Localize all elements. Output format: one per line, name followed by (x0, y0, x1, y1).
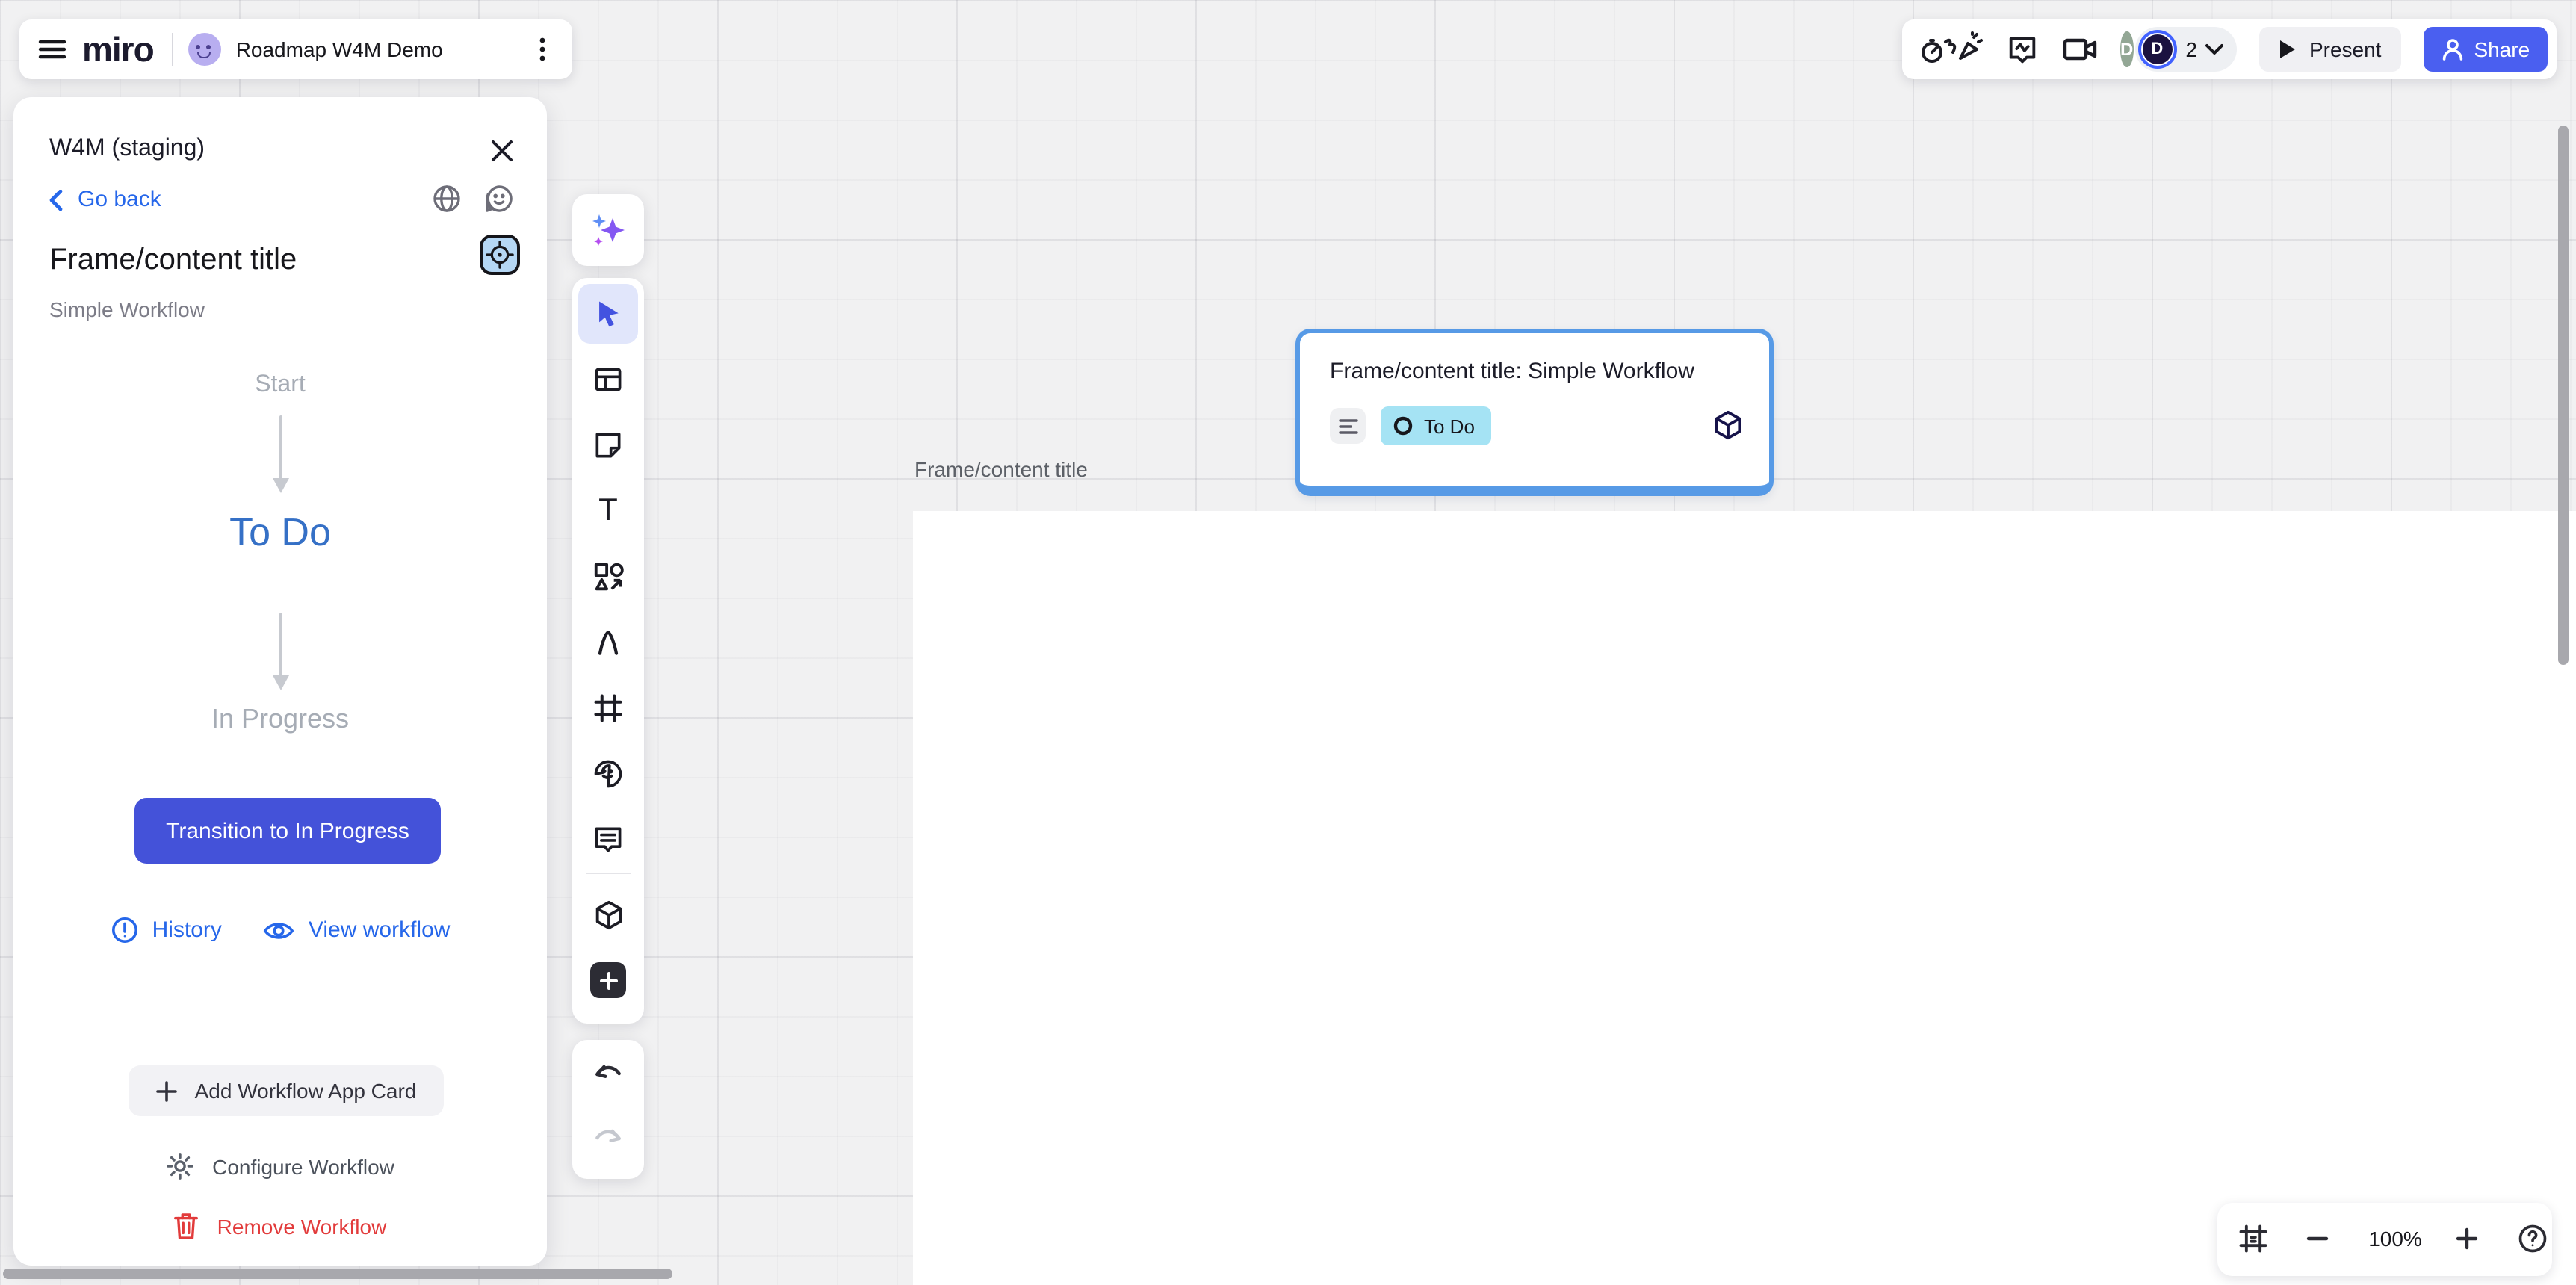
chevron-down-icon (2206, 43, 2224, 55)
view-workflow-link[interactable]: View workflow (264, 916, 451, 944)
board-canvas[interactable]: Frame/content title Frame/content title:… (0, 0, 2576, 1285)
undo-button[interactable] (578, 1044, 638, 1104)
transition-button[interactable]: Transition to In Progress (134, 798, 441, 864)
add-workflow-app-card-button[interactable]: Add Workflow App Card (129, 1065, 444, 1116)
zoom-in-button[interactable] (2449, 1221, 2485, 1257)
vertical-scrollbar[interactable] (2558, 126, 2569, 665)
fit-to-screen-icon[interactable] (2235, 1221, 2271, 1257)
plus-icon (590, 962, 626, 998)
collaborators-pill[interactable]: D 2 (2134, 27, 2238, 72)
pen-tool[interactable] (578, 613, 638, 672)
comment-tool[interactable] (578, 810, 638, 870)
arrow-down-icon (268, 414, 292, 495)
toolbar-ai-box (572, 194, 644, 266)
add-tool-button[interactable] (578, 950, 638, 1010)
workflow-state-previous: Start (13, 372, 547, 399)
status-badge[interactable]: To Do (1381, 406, 1491, 445)
templates-tool[interactable] (578, 350, 638, 409)
board-frame[interactable] (913, 511, 2576, 1285)
app-card-title: Frame/content title: Simple Workflow (1330, 359, 1694, 384)
main-menu-icon[interactable] (37, 34, 67, 64)
collaborator-avatar-2: D (2142, 34, 2172, 64)
board-options-kebab-icon[interactable] (530, 36, 554, 63)
workflow-state-next: In Progress (13, 704, 547, 735)
globe-icon[interactable] (432, 184, 462, 214)
board-avatar (188, 33, 221, 66)
app-cube-icon (1711, 408, 1745, 442)
history-label: History (152, 917, 222, 943)
arrow-down-icon (268, 611, 292, 692)
help-icon[interactable] (2515, 1221, 2551, 1257)
plus-icon (156, 1080, 179, 1102)
configure-label: Configure Workflow (212, 1154, 394, 1178)
share-label: Share (2474, 37, 2530, 61)
activity-bubble-icon[interactable] (2005, 32, 2040, 66)
history-info-icon (111, 916, 139, 944)
ai-sparkles-icon[interactable] (578, 200, 638, 260)
redo-button[interactable] (578, 1109, 638, 1168)
description-icon (1330, 408, 1366, 444)
play-icon (2279, 39, 2297, 60)
history-link[interactable]: History (111, 916, 222, 944)
zoom-level[interactable]: 100% (2362, 1227, 2428, 1251)
stickers-emoji-tool[interactable] (578, 744, 638, 804)
go-back-label: Go back (78, 187, 161, 212)
remove-label: Remove Workflow (217, 1214, 387, 1238)
status-ring-icon (1393, 415, 1414, 436)
person-icon (2441, 37, 2463, 61)
text-tool[interactable]: T (578, 481, 638, 541)
collaborator-avatar-1[interactable]: D (2120, 31, 2133, 67)
horizontal-scrollbar[interactable] (3, 1269, 672, 1279)
toolbar-divider (586, 873, 631, 874)
configure-workflow-button[interactable]: Configure Workflow (13, 1152, 547, 1180)
w4m-panel: W4M (staging) Go back Frame/content titl… (13, 97, 547, 1266)
present-button[interactable]: Present (2260, 27, 2401, 72)
sticky-note-tool[interactable] (578, 415, 638, 475)
frame-tool[interactable] (578, 678, 638, 738)
miro-logo[interactable]: miro (82, 29, 154, 69)
frame-title-label[interactable]: Frame/content title (914, 457, 1088, 481)
video-camera-icon[interactable] (2062, 33, 2098, 66)
view-workflow-label: View workflow (309, 917, 451, 943)
board-title[interactable]: Roadmap W4M Demo (236, 37, 515, 61)
eye-icon (264, 918, 295, 942)
workflow-app-card[interactable]: Frame/content title: Simple Workflow To … (1295, 329, 1774, 496)
select-tool[interactable] (578, 284, 638, 344)
divider (172, 33, 173, 66)
present-label: Present (2309, 37, 2382, 61)
toolbar: T (572, 278, 644, 1024)
locate-target-button[interactable] (480, 235, 520, 275)
shapes-tool[interactable] (578, 547, 638, 607)
zoom-out-button[interactable] (2300, 1221, 2335, 1257)
text-tool-glyph: T (598, 493, 618, 529)
add-card-label: Add Workflow App Card (195, 1079, 417, 1103)
feedback-smiley-icon[interactable] (484, 184, 514, 214)
apps-cube-tool[interactable] (578, 885, 638, 944)
workflow-state-current: To Do (13, 510, 547, 556)
panel-heading: Frame/content title (49, 244, 297, 278)
board-header: miro Roadmap W4M Demo (19, 19, 572, 79)
undo-redo-box (572, 1040, 644, 1179)
chevron-left-icon (49, 189, 63, 210)
collaborator-avatar-2-ring: D (2137, 30, 2176, 69)
remove-workflow-button[interactable]: Remove Workflow (13, 1212, 547, 1240)
close-icon[interactable] (487, 136, 517, 166)
panel-subtitle: Simple Workflow (49, 297, 205, 321)
trash-icon (174, 1212, 199, 1240)
status-label: To Do (1424, 415, 1475, 437)
panel-title: W4M (staging) (49, 136, 205, 163)
share-button[interactable]: Share (2423, 27, 2548, 72)
collaborator-count: 2 (2185, 37, 2197, 61)
go-back-link[interactable]: Go back (49, 187, 161, 212)
gear-icon (166, 1152, 194, 1180)
facilitation-tools-icon[interactable] (1920, 30, 1983, 69)
collaboration-bar: D D 2 Present Share (1902, 19, 2557, 79)
zoom-controls: 100% (2217, 1203, 2552, 1276)
